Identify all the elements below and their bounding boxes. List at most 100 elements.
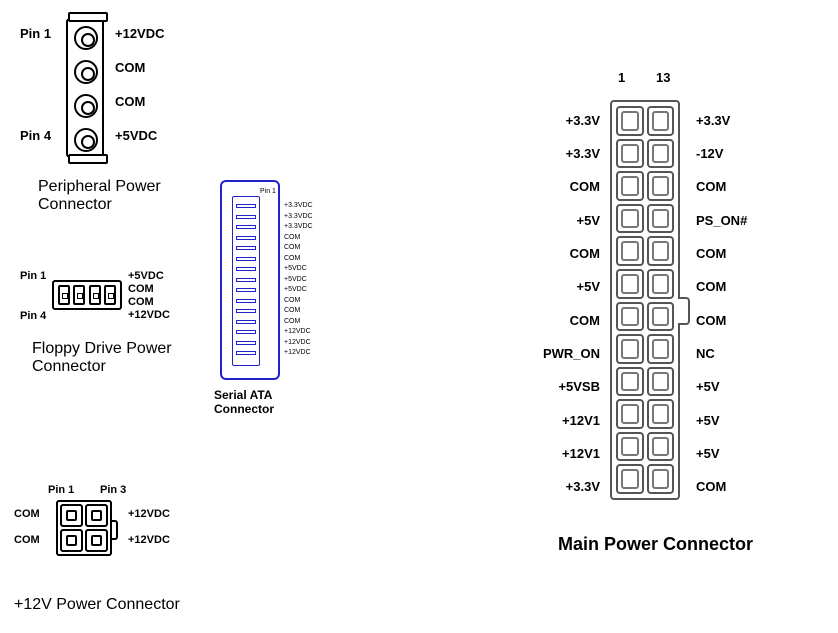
floppy-pin4-label: +12VDC	[128, 309, 170, 321]
sata-pin-10	[236, 299, 256, 303]
atx-clip	[678, 297, 690, 325]
p12v-pin-4	[85, 529, 108, 552]
atx-left-label-3: COM	[570, 179, 600, 194]
atx-pin-6-R	[647, 269, 675, 299]
floppy-pin-3	[89, 285, 101, 305]
p12v-clip	[110, 520, 118, 540]
sata-pin-2	[236, 215, 256, 219]
atx-right-label-7: COM	[696, 313, 726, 328]
atx-pin-7-L	[616, 302, 644, 332]
sata-pin-8	[236, 278, 256, 282]
peripheral-title: Peripheral Power Connector	[38, 178, 198, 214]
sata-pin-6	[236, 257, 256, 261]
atx-pin-2-R	[647, 139, 675, 169]
atx-pin-11-L	[616, 432, 644, 462]
sata-pin-1	[236, 204, 256, 208]
sata-pin-13	[236, 330, 256, 334]
atx-right-label-4: PS_ON#	[696, 213, 747, 228]
sata-pin-15	[236, 351, 256, 355]
atx-left-label-8: PWR_ON	[543, 346, 600, 361]
atx-left-label-1: +3.3V	[566, 113, 600, 128]
sata-pin-5	[236, 246, 256, 250]
floppy-pin-2	[73, 285, 85, 305]
atx-right-label-3: COM	[696, 179, 726, 194]
sata-pin-14	[236, 341, 256, 345]
p12v-left1-label: COM	[14, 508, 40, 520]
atx-pin-9-L	[616, 367, 644, 397]
peripheral-connector-body	[66, 18, 104, 158]
p12v-connector-body	[56, 500, 112, 556]
sata-pin-7	[236, 267, 256, 271]
p12v-pin-3	[85, 504, 108, 527]
sata-pin-12	[236, 320, 256, 324]
sata-connector-body: Pin 1 +3.3VDC+3.3VDC+3.3VDCCOMCOMCOM+5VD…	[220, 180, 280, 380]
peripheral-pin4-label: +5VDC	[115, 128, 157, 143]
sata-pin-label-12: COM	[284, 318, 300, 325]
peripheral-pin-4	[74, 128, 98, 152]
peripheral-pin-1	[74, 26, 98, 50]
p12v-pin-2	[60, 529, 83, 552]
peripheral-pin3-label: COM	[115, 94, 145, 109]
p12v-pin1-marker: Pin 1	[48, 484, 74, 496]
sata-pin-label-7: +5VDC	[284, 265, 307, 272]
sata-pin-label-14: +12VDC	[284, 339, 311, 346]
atx-title: Main Power Connector	[558, 534, 753, 555]
sata-pin-11	[236, 309, 256, 313]
sata-title: Serial ATA Connector	[214, 388, 294, 416]
peripheral-pin-3	[74, 94, 98, 118]
sata-pin-label-15: +12VDC	[284, 349, 311, 356]
atx-pin-4-L	[616, 204, 644, 234]
p12v-left2-label: COM	[14, 534, 40, 546]
atx-left-label-7: COM	[570, 313, 600, 328]
atx-pin-5-R	[647, 236, 675, 266]
atx-connector: +3.3V+3.3VCOM+5VCOM+5VCOMPWR_ON+5VSB+12V…	[610, 100, 680, 500]
atx-pin-11-R	[647, 432, 675, 462]
peripheral-pin1-label: +12VDC	[115, 26, 165, 41]
atx-left-label-12: +3.3V	[566, 479, 600, 494]
atx-right-label-9: +5V	[696, 379, 720, 394]
p12v-title: +12V Power Connector	[14, 596, 180, 614]
floppy-title: Floppy Drive Power Connector	[32, 340, 212, 376]
atx-pin-2-L	[616, 139, 644, 169]
atx-right-label-11: +5V	[696, 446, 720, 461]
p12v-connector	[56, 500, 112, 556]
floppy-pin1-marker: Pin 1	[20, 270, 46, 282]
floppy-pin1-label: +5VDC	[128, 270, 164, 282]
sata-pin1-marker: Pin 1	[260, 188, 276, 195]
p12v-right1-label: +12VDC	[128, 508, 170, 520]
floppy-pin3-label: COM	[128, 296, 154, 308]
sata-pin-label-6: COM	[284, 255, 300, 262]
atx-pin-10-L	[616, 399, 644, 429]
atx-col13-marker: 13	[656, 70, 670, 85]
atx-left-label-9: +5VSB	[558, 379, 600, 394]
atx-pin-1-R	[647, 106, 675, 136]
atx-pin-7-R	[647, 302, 675, 332]
p12v-pin-1	[60, 504, 83, 527]
sata-pin-3	[236, 225, 256, 229]
atx-right-label-1: +3.3V	[696, 113, 730, 128]
peripheral-pin1-marker: Pin 1	[20, 26, 51, 41]
sata-pin-label-4: COM	[284, 234, 300, 241]
sata-pin-9	[236, 288, 256, 292]
atx-pin-1-L	[616, 106, 644, 136]
sata-pin-label-11: COM	[284, 307, 300, 314]
atx-pin-12-L	[616, 464, 644, 494]
atx-pin-3-R	[647, 171, 675, 201]
atx-pin-10-R	[647, 399, 675, 429]
atx-right-label-6: COM	[696, 279, 726, 294]
atx-right-label-5: COM	[696, 246, 726, 261]
floppy-connector	[52, 280, 122, 310]
p12v-right2-label: +12VDC	[128, 534, 170, 546]
sata-pin-label-9: +5VDC	[284, 286, 307, 293]
peripheral-pin2-label: COM	[115, 60, 145, 75]
sata-pin-4	[236, 236, 256, 240]
sata-pin-label-1: +3.3VDC	[284, 202, 313, 209]
atx-col1-marker: 1	[618, 70, 625, 85]
sata-pin-label-3: +3.3VDC	[284, 223, 313, 230]
sata-pin-label-5: COM	[284, 244, 300, 251]
floppy-pin-1	[58, 285, 70, 305]
atx-connector-body	[610, 100, 680, 500]
atx-left-label-2: +3.3V	[566, 146, 600, 161]
atx-pin-9-R	[647, 367, 675, 397]
atx-right-label-10: +5V	[696, 413, 720, 428]
